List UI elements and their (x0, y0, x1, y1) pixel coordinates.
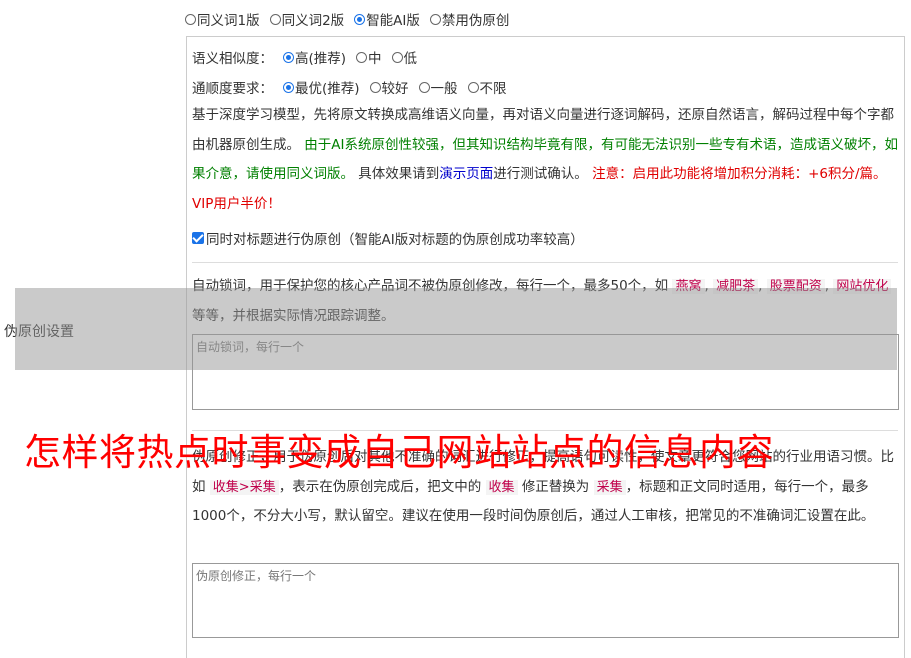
option-label: 中 (368, 51, 382, 67)
radio-icon[interactable] (185, 13, 196, 25)
similarity-low[interactable]: 低 (391, 47, 418, 67)
fluency-good[interactable]: 较好 (369, 77, 409, 97)
radio-checked-icon[interactable] (283, 51, 294, 63)
similarity-high[interactable]: 高(推荐) (283, 47, 346, 67)
description-text: 具体效果请到 (358, 166, 440, 182)
correction-text: ，表示在伪原创完成后，把文中的 (278, 478, 482, 495)
mode-option-ai[interactable]: 智能AI版 (354, 9, 420, 29)
correction-text: 修正替换为 (521, 478, 590, 495)
option-label: 高(推荐) (295, 51, 347, 67)
title-checkbox[interactable] (192, 232, 204, 244)
correction-example: 收集 (485, 479, 518, 495)
radio-icon[interactable] (418, 81, 430, 93)
ai-description: 基于深度学习模型，先将原文转换成高维语义向量，再对语义向量进行逐词解码，还原自然… (192, 101, 898, 219)
radio-icon[interactable] (356, 51, 368, 63)
similarity-label: 语义相似度： (192, 51, 273, 67)
correction-example: 采集 (593, 479, 626, 495)
correction-example: 收集>采集 (209, 479, 279, 495)
option-label: 较好 (381, 81, 409, 97)
title-checkbox-label: 同时对标题进行伪原创（智能AI版对标题的伪原创成功率较高） (206, 232, 584, 248)
mode-option-synonym2[interactable]: 同义词2版 (269, 9, 345, 29)
radio-icon[interactable] (467, 81, 479, 93)
correction-input[interactable] (192, 563, 899, 638)
radio-icon[interactable] (269, 13, 281, 25)
fluency-normal[interactable]: 一般 (418, 77, 458, 97)
mode-option-label: 智能AI版 (366, 13, 420, 29)
divider (192, 262, 898, 263)
radio-icon[interactable] (429, 13, 441, 25)
fluency-best[interactable]: 最优(推荐) (283, 77, 360, 97)
fluency-row: 通顺度要求： 最优(推荐) 较好 一般 不限 (192, 77, 507, 97)
radio-checked-icon[interactable] (354, 13, 366, 25)
similarity-medium[interactable]: 中 (356, 47, 382, 67)
similarity-row: 语义相似度： 高(推荐) 中 低 (192, 47, 417, 67)
option-label: 一般 (430, 81, 458, 97)
mode-selector: 同义词1版 同义词2版 智能AI版 禁用伪原创 (185, 9, 509, 29)
radio-icon[interactable] (391, 51, 403, 63)
radio-icon[interactable] (369, 81, 381, 93)
radio-checked-icon[interactable] (283, 81, 294, 93)
mode-option-label: 同义词1版 (197, 13, 260, 29)
fluency-label: 通顺度要求： (192, 81, 273, 97)
option-label: 不限 (479, 81, 507, 97)
fluency-any[interactable]: 不限 (467, 77, 507, 97)
overlay-band (15, 288, 897, 370)
description-text: 进行测试确认。 (493, 166, 588, 182)
mode-option-label: 禁用伪原创 (441, 13, 510, 29)
title-checkbox-row: 同时对标题进行伪原创（智能AI版对标题的伪原创成功率较高） (192, 228, 584, 248)
option-label: 低 (403, 51, 418, 67)
mode-option-synonym1[interactable]: 同义词1版 (185, 9, 260, 29)
overlay-title: 怎样将热点时事变成自己网站站点的信息内容 (24, 431, 774, 474)
option-label: 最优(推荐) (295, 81, 360, 97)
mode-option-label: 同义词2版 (281, 13, 345, 29)
demo-page-link[interactable]: 演示页面 (439, 166, 493, 182)
mode-option-disable[interactable]: 禁用伪原创 (429, 9, 510, 29)
